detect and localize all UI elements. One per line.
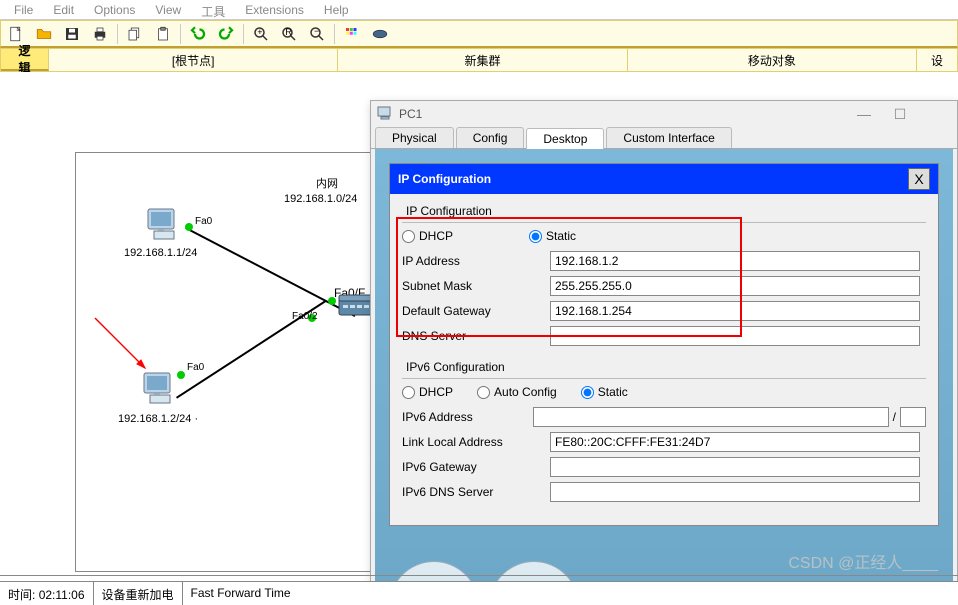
ip-address-label: IP Address xyxy=(402,254,550,268)
tab-custom-interface[interactable]: Custom Interface xyxy=(606,127,731,148)
static-radio[interactable]: Static xyxy=(529,229,576,243)
subnet-mask-label: Subnet Mask xyxy=(402,279,550,293)
port-label-fa02: Fa0/2 xyxy=(292,311,318,322)
zoom-in-icon[interactable]: + xyxy=(248,23,274,45)
tab-logic[interactable]: 逻辑 xyxy=(1,49,49,71)
save-icon[interactable] xyxy=(59,23,85,45)
zoom-out-icon[interactable]: − xyxy=(304,23,330,45)
svg-text:R: R xyxy=(285,26,292,36)
maximize-button[interactable]: ☐ xyxy=(885,106,915,123)
redo-icon[interactable] xyxy=(213,23,239,45)
pc1-titlebar[interactable]: PC1 — ☐ xyxy=(371,101,957,127)
menu-edit[interactable]: Edit xyxy=(43,2,84,17)
copy-icon[interactable] xyxy=(122,23,148,45)
menu-view[interactable]: View xyxy=(145,2,191,17)
menubar: File Edit Options View 工具 Extensions Hel… xyxy=(0,0,958,20)
print-icon[interactable] xyxy=(87,23,113,45)
default-gateway-input[interactable] xyxy=(550,301,920,321)
svg-text:−: − xyxy=(314,26,319,36)
port-label-fa0: Fa0 xyxy=(195,216,212,227)
link-local-input[interactable] xyxy=(550,432,920,452)
ip-config-title: IP Configuration xyxy=(398,172,491,186)
tab-move-object[interactable]: 移动对象 xyxy=(628,49,917,71)
tab-new-cluster[interactable]: 新集群 xyxy=(338,49,627,71)
ipv6-dhcp-radio[interactable]: DHCP xyxy=(402,385,453,399)
menu-file[interactable]: File xyxy=(4,2,43,17)
statusbar: 时间: 02:11:06 设备重新加电 Fast Forward Time xyxy=(0,581,958,605)
ipv4-section-label: IP Configuration xyxy=(406,204,926,218)
pc1-device[interactable] xyxy=(142,207,186,250)
pc1-ip-label: 192.168.1.1/24 xyxy=(124,247,197,259)
zoom-reset-icon[interactable]: R xyxy=(276,23,302,45)
ipv6-static-radio[interactable]: Static xyxy=(581,385,628,399)
ip-address-input[interactable] xyxy=(550,251,920,271)
dns-server-input[interactable] xyxy=(550,326,920,346)
paste-icon[interactable] xyxy=(150,23,176,45)
ipv6-gateway-input[interactable] xyxy=(550,457,920,477)
ipv6-prefix-input[interactable] xyxy=(900,407,926,427)
pc2-ip-label: 192.168.1.2/24 · xyxy=(118,413,198,425)
minimize-button[interactable]: — xyxy=(849,106,879,122)
subnet-mask-input[interactable] xyxy=(550,276,920,296)
tab-settings[interactable]: 设 xyxy=(917,49,957,71)
port-dot xyxy=(185,223,193,231)
svg-text:+: + xyxy=(257,26,262,36)
tab-config[interactable]: Config xyxy=(456,127,525,148)
default-gateway-label: Default Gateway xyxy=(402,304,550,318)
pc1-tabs: Physical Config Desktop Custom Interface xyxy=(371,127,957,149)
status-time: 时间: 02:11:06 xyxy=(0,582,94,605)
menu-tools[interactable]: 工具 xyxy=(191,2,235,17)
ip-config-panel: IP Configuration X IP Configuration DHCP… xyxy=(389,163,939,526)
fast-forward-button[interactable]: Fast Forward Time xyxy=(183,582,299,605)
undo-icon[interactable] xyxy=(185,23,211,45)
tab-root[interactable]: [根节点] xyxy=(49,49,338,71)
dhcp-radio[interactable]: DHCP xyxy=(402,229,453,243)
ipv6-gateway-label: IPv6 Gateway xyxy=(402,460,550,474)
pc1-title: PC1 xyxy=(399,107,422,121)
panel-close-button[interactable]: X xyxy=(908,168,930,190)
pc-icon xyxy=(377,106,393,123)
menu-options[interactable]: Options xyxy=(84,2,145,17)
ip-config-header: IP Configuration X xyxy=(390,164,938,194)
port-label-fa0: Fa0 xyxy=(187,362,204,373)
tab-desktop[interactable]: Desktop xyxy=(526,128,604,149)
ipv6-dns-input[interactable] xyxy=(550,482,920,502)
annotation-arrow xyxy=(90,313,160,383)
network-label: 内网 xyxy=(316,175,338,191)
view-tabbar: 逻辑 [根节点] 新集群 移动对象 设 xyxy=(0,48,958,72)
device-icon[interactable] xyxy=(367,23,393,45)
open-folder-icon[interactable] xyxy=(31,23,57,45)
menu-help[interactable]: Help xyxy=(314,2,359,17)
subnet-label: 192.168.1.0/24 xyxy=(284,193,357,205)
ipv6-address-label: IPv6 Address xyxy=(402,410,533,424)
palette-icon[interactable] xyxy=(339,23,365,45)
ipv6-prefix-slash: / xyxy=(893,410,896,424)
power-cycle-button[interactable]: 设备重新加电 xyxy=(94,582,183,605)
dns-server-label: DNS Server xyxy=(402,329,550,343)
pc1-window: PC1 — ☐ Physical Config Desktop Custom I… xyxy=(370,100,958,590)
ipv6-auto-radio[interactable]: Auto Config xyxy=(477,385,557,399)
tab-physical[interactable]: Physical xyxy=(375,127,454,148)
link-local-label: Link Local Address xyxy=(402,435,550,449)
toolbar: + R − xyxy=(0,20,958,48)
desktop-body: IP Configuration X IP Configuration DHCP… xyxy=(375,149,953,585)
menu-extensions[interactable]: Extensions xyxy=(235,2,314,17)
ipv6-address-input[interactable] xyxy=(533,407,889,427)
ipv6-dns-label: IPv6 DNS Server xyxy=(402,485,550,499)
ipv6-section-label: IPv6 Configuration xyxy=(406,360,926,374)
